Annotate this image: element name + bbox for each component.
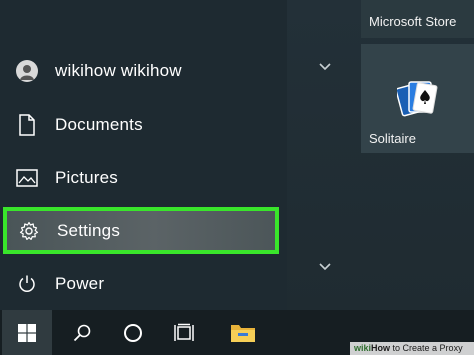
nav-item-power[interactable]: Power bbox=[0, 259, 287, 309]
gear-icon bbox=[18, 220, 40, 242]
chevron-down-icon[interactable] bbox=[318, 262, 332, 272]
start-menu-nav-pane: wikihow wikihow Documents Pictures Setti… bbox=[0, 0, 287, 310]
nav-item-documents[interactable]: Documents bbox=[0, 100, 287, 150]
cortana-button[interactable] bbox=[108, 310, 158, 355]
avatar-icon bbox=[16, 60, 38, 82]
folder-icon bbox=[231, 324, 255, 342]
task-view-button[interactable] bbox=[159, 310, 209, 355]
nav-item-power-label: Power bbox=[55, 274, 105, 293]
tile-solitaire[interactable]: Solitaire bbox=[361, 44, 474, 153]
start-button[interactable] bbox=[2, 310, 52, 355]
tile-solitaire-label: Solitaire bbox=[369, 131, 416, 146]
nav-item-user[interactable]: wikihow wikihow bbox=[0, 46, 287, 96]
task-view-icon bbox=[174, 323, 194, 341]
nav-item-settings-label: Settings bbox=[57, 220, 121, 240]
tile-microsoft-store-label: Microsoft Store bbox=[369, 14, 457, 29]
watermark-title: to Create a Proxy bbox=[392, 343, 463, 353]
tile-microsoft-store[interactable]: Microsoft Store bbox=[361, 0, 474, 38]
search-button[interactable] bbox=[57, 310, 107, 355]
chevron-down-icon[interactable] bbox=[318, 62, 332, 72]
search-icon bbox=[73, 324, 91, 341]
nav-item-user-label: wikihow wikihow bbox=[55, 61, 182, 80]
watermark-brand: wiki bbox=[354, 343, 372, 353]
nav-item-documents-label: Documents bbox=[55, 115, 143, 134]
cortana-circle-icon bbox=[124, 323, 142, 342]
watermark-how: How bbox=[371, 343, 391, 353]
nav-item-pictures[interactable]: Pictures bbox=[0, 153, 287, 203]
solitaire-cards-icon bbox=[397, 81, 438, 117]
windows-logo-icon bbox=[18, 323, 36, 342]
power-icon bbox=[16, 273, 38, 295]
wikihow-watermark: wikiHow to Create a Proxy bbox=[350, 342, 474, 355]
start-menu: wikihow wikihow Documents Pictures Setti… bbox=[0, 0, 474, 310]
document-icon bbox=[16, 114, 38, 136]
nav-item-settings[interactable]: Settings bbox=[3, 207, 279, 254]
file-explorer-button[interactable] bbox=[218, 310, 268, 355]
picture-icon bbox=[16, 167, 38, 189]
nav-item-pictures-label: Pictures bbox=[55, 168, 119, 187]
